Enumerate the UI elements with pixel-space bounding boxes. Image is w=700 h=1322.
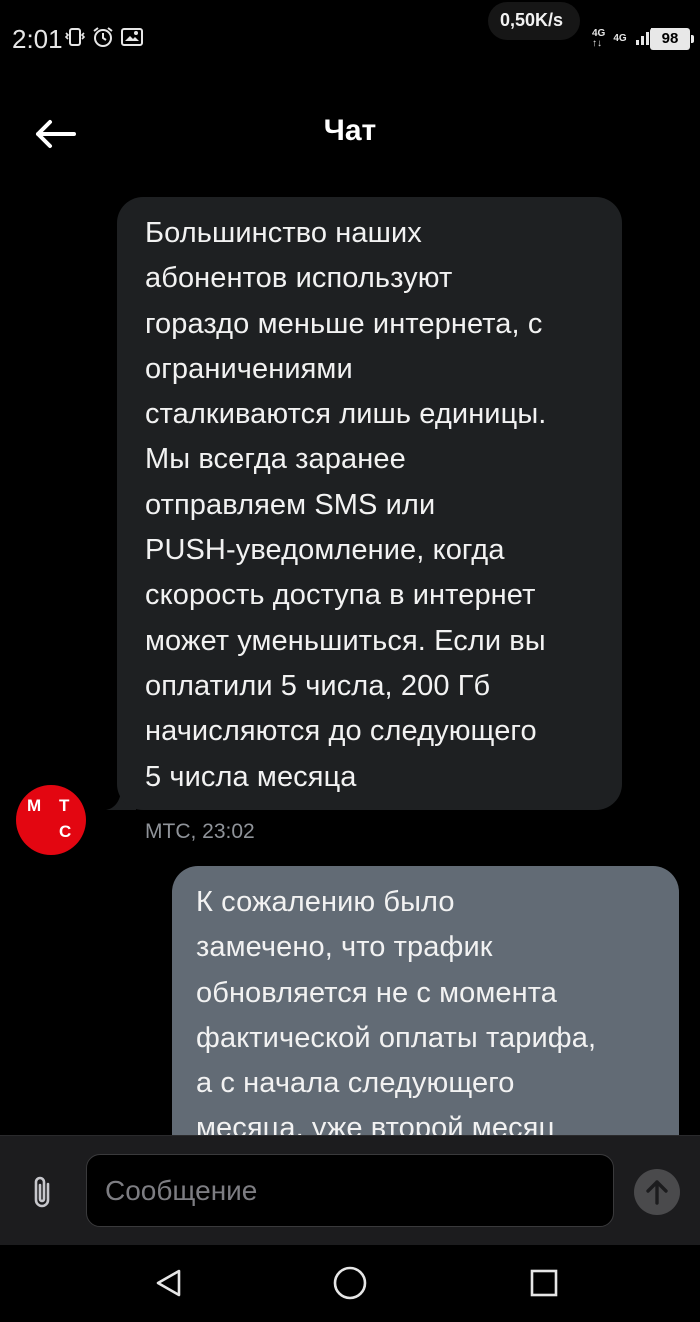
nav-recents-button[interactable] [524,1263,564,1303]
notification-icon [120,26,144,48]
page-title: Чат [323,114,377,147]
system-nav-bar [0,1245,700,1322]
triangle-back-icon [156,1269,181,1297]
circle-home-icon [333,1266,367,1300]
message-meta: МТС, 23:02 [145,820,255,843]
message-input[interactable] [86,1154,614,1227]
status-time: 2:01 [12,24,63,54]
attach-button[interactable] [22,1172,62,1212]
composer [0,1135,700,1245]
avatar[interactable]: М Т С [16,785,86,855]
vibrate-icon [64,26,86,48]
nav-home-button[interactable] [330,1263,370,1303]
battery-indicator: 98 [650,28,694,50]
send-button[interactable] [634,1169,680,1215]
chat-thread[interactable]: Большинство наших абонентов используют г… [0,180,700,1135]
square-recents-icon [530,1269,558,1297]
network-type-2: 4G [613,32,627,44]
net-speed: 0,50K/s [500,10,564,30]
status-bar: 2:01 0,50K/s 4G ↑↓ 4G 98 [0,0,700,80]
network-type-1: 4G ↑↓ [592,27,606,49]
incoming-message[interactable]: Большинство наших абонентов используют г… [117,197,622,810]
avatar-letter: С [59,822,72,841]
avatar-letter: Т [59,796,70,815]
avatar-letter: М [27,796,42,815]
outgoing-message-text: К сожалению было замечено, что трафик об… [196,886,597,1135]
alarm-icon [92,26,114,48]
arrow-up-icon [646,1180,668,1205]
outgoing-message[interactable]: К сожалению было замечено, что трафик об… [172,866,679,1135]
incoming-message-text: Большинство наших абонентов используют г… [145,217,547,793]
paperclip-icon [34,1176,50,1208]
nav-back-button[interactable] [148,1263,188,1303]
